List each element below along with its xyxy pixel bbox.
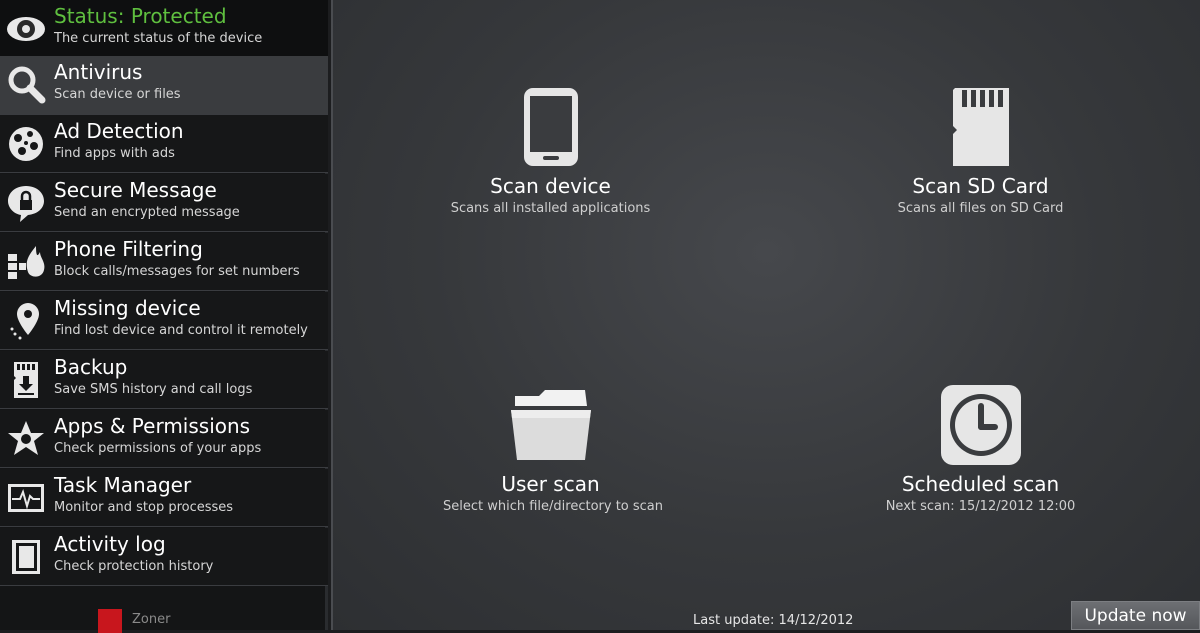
scheduled-scan-label: Scheduled scan (901, 472, 1060, 496)
log-book-icon (12, 540, 40, 574)
zoner-logo: Zoner (98, 606, 208, 633)
sidebar-item-apps-permissions[interactable]: Apps & Permissions Check permissions of … (0, 410, 328, 468)
sidebar-item-subtitle: The current status of the device (54, 31, 263, 46)
main-panel: Scan device Scans all installed applicat… (331, 0, 1200, 630)
clock-icon (940, 385, 1021, 465)
sidebar-item-title: Backup (54, 355, 128, 379)
magnifier-icon (8, 66, 46, 104)
ad-cluster-icon (9, 127, 43, 161)
scheduled-scan-tile[interactable]: Scheduled scan Next scan: 15/12/2012 12:… (873, 384, 1088, 514)
user-scan-tile[interactable]: User scan Select which file/directory to… (443, 388, 664, 514)
sd-download-icon (14, 362, 38, 398)
location-pin-icon (10, 303, 39, 340)
sd-card-icon (952, 88, 1009, 166)
sidebar-item-subtitle: Find apps with ads (54, 146, 175, 161)
sidebar-item-status[interactable]: Status: Protected The current status of … (0, 0, 328, 58)
scan-device-tile[interactable]: Scan device Scans all installed applicat… (443, 86, 658, 216)
sheriff-star-icon (8, 421, 44, 455)
scan-device-label: Scan device (490, 174, 611, 198)
sidebar-item-subtitle: Find lost device and control it remotely (54, 323, 308, 338)
scheduled-scan-subtitle: Next scan: 15/12/2012 12:00 (885, 499, 1076, 514)
pulse-monitor-icon (8, 484, 44, 512)
eye-icon (7, 17, 45, 41)
sidebar-item-subtitle: Send an encrypted message (54, 205, 240, 220)
scan-sd-card-label: Scan SD Card (912, 174, 1049, 198)
scan-sd-card-subtitle: Scans all files on SD Card (897, 201, 1064, 216)
sidebar-item-subtitle: Monitor and stop processes (54, 500, 234, 515)
firewall-icon (8, 246, 45, 279)
sidebar-item-subtitle: Save SMS history and call logs (54, 382, 253, 397)
phone-icon (523, 88, 578, 166)
sidebar-item-backup[interactable]: Backup Save SMS history and call logs (0, 351, 328, 409)
sidebar-item-ad-detection[interactable]: Ad Detection Find apps with ads (0, 115, 328, 173)
last-update-text: Last update: 14/12/2012 (693, 613, 854, 628)
update-now-button[interactable]: Update now (1071, 601, 1200, 630)
sidebar-item-subtitle: Scan device or files (54, 87, 181, 102)
sidebar-item-title: Status: Protected (54, 4, 227, 28)
scan-device-subtitle: Scans all installed applications (450, 201, 651, 216)
sidebar-item-secure-message[interactable]: Secure Message Send an encrypted message (0, 174, 328, 232)
folder-icon (510, 390, 591, 460)
sidebar-item-title: Missing device (54, 296, 201, 320)
zoner-logo-mark (98, 609, 122, 633)
sidebar-item-task-manager[interactable]: Task Manager Monitor and stop processes (0, 469, 328, 527)
sidebar-item-title: Phone Filtering (54, 237, 203, 261)
user-scan-label: User scan (501, 472, 600, 496)
sidebar-item-subtitle: Check protection history (54, 559, 214, 574)
sidebar-item-activity-log[interactable]: Activity log Check protection history (0, 528, 328, 586)
lock-bubble-icon (8, 186, 44, 222)
user-scan-subtitle: Select which file/directory to scan (443, 499, 664, 514)
scan-sd-card-tile[interactable]: Scan SD Card Scans all files on SD Card (873, 86, 1088, 216)
sidebar-item-phone-filtering[interactable]: Phone Filtering Block calls/messages for… (0, 233, 328, 291)
sidebar-item-missing-device[interactable]: Missing device Find lost device and cont… (0, 292, 328, 350)
sidebar-item-subtitle: Check permissions of your apps (54, 441, 262, 456)
sidebar-menu: Status: Protected The current status of … (0, 0, 328, 633)
sidebar-item-title: Apps & Permissions (54, 414, 251, 438)
zoner-logo-text: Zoner (132, 612, 171, 627)
sidebar-item-title: Task Manager (54, 473, 192, 497)
sidebar-item-title: Secure Message (54, 178, 217, 202)
sidebar-item-title: Antivirus (54, 60, 143, 84)
sidebar-item-subtitle: Block calls/messages for set numbers (54, 264, 300, 279)
sidebar-item-title: Ad Detection (54, 119, 184, 143)
sidebar-item-antivirus[interactable]: Antivirus Scan device or files (0, 56, 328, 115)
sidebar-item-title: Activity log (54, 532, 166, 556)
